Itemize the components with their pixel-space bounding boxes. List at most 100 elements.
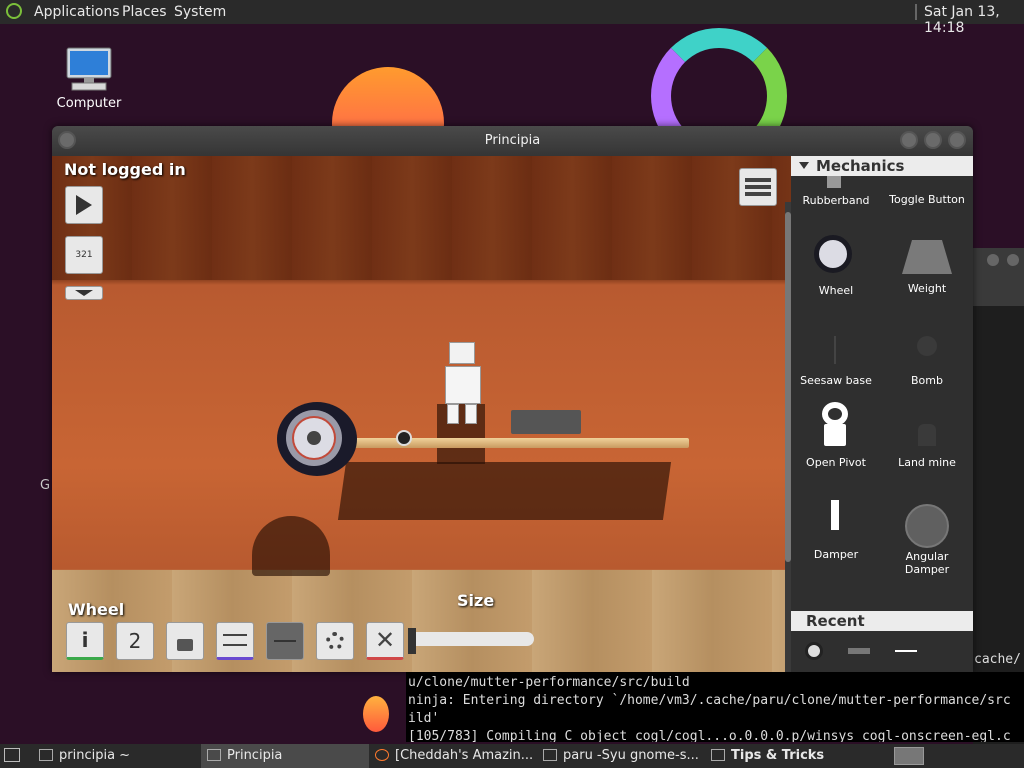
firefox-icon [375, 749, 389, 761]
show-desktop-icon[interactable] [4, 748, 20, 762]
places-menu[interactable]: Places [122, 4, 167, 20]
damper-icon [831, 500, 839, 530]
play-button[interactable] [65, 186, 103, 224]
applications-menu[interactable]: Applications [34, 4, 120, 20]
battery-object[interactable] [511, 410, 581, 434]
land-mine-icon [918, 424, 936, 446]
angular-damper-icon [905, 504, 949, 548]
login-status: Not logged in [64, 160, 186, 179]
palette-item-label: Open Pivot [806, 456, 866, 469]
taskbar-item[interactable]: paru -Syu gnome-s... [537, 744, 705, 768]
close-icon[interactable] [948, 131, 966, 149]
palette-item-damper[interactable]: Damper [791, 490, 881, 561]
axis-icon [274, 640, 296, 642]
background-floor [52, 570, 792, 672]
taskbar-item-label: paru -Syu gnome-s... [563, 748, 699, 763]
partial-desktop-text: G [40, 478, 51, 493]
palette-item-label: Seesaw base [800, 374, 872, 387]
size-label: Size [457, 591, 495, 610]
window-title: Principia [484, 133, 541, 148]
distro-logo-icon[interactable] [6, 3, 22, 19]
object-palette: Mechanics Rubberband Toggle Button Wheel… [791, 156, 973, 672]
size-slider-handle[interactable] [408, 628, 416, 654]
robot-body [445, 366, 481, 404]
connection-icon [223, 634, 247, 646]
wheel-object[interactable] [276, 400, 358, 478]
desktop-icon-label: Computer [56, 96, 122, 111]
taskbar-item[interactable]: [Cheddah's Amazin... [369, 744, 537, 768]
recent-title: Recent [806, 612, 865, 630]
palette-item-land-mine[interactable]: Land mine [882, 398, 972, 470]
terminal-output: u/clone/mutter-performance/src/build ninj… [406, 672, 1024, 742]
palette-item-angular-damper[interactable]: Angular Damper [882, 490, 972, 576]
taskbar-item[interactable]: principia ~ [33, 744, 201, 768]
palette-item-seesaw-base[interactable]: Seesaw base [791, 326, 881, 388]
category-title: Mechanics [816, 157, 905, 175]
principia-window[interactable]: Principia Not logged in 321 Wheel Size i… [52, 126, 973, 672]
robot-object[interactable] [445, 342, 481, 424]
desktop-icon-computer[interactable]: Computer [52, 46, 126, 111]
delete-button[interactable]: ✕ [366, 622, 404, 660]
palette-item-weight[interactable]: Weight [882, 232, 972, 298]
wheel-icon [814, 235, 852, 273]
taskbar-item[interactable]: Tips & Tricks [705, 744, 873, 768]
top-panel: Applications Places System Sat Jan 13, 1… [0, 0, 1024, 36]
recent-battery-icon[interactable] [848, 648, 870, 654]
palette-item-rubberband[interactable]: Rubberband [791, 176, 881, 210]
palette-item-open-pivot[interactable]: Open Pivot [791, 398, 881, 470]
palette-item-bomb[interactable]: Bomb [882, 326, 972, 388]
weight-icon [902, 240, 952, 274]
bomb-icon [917, 336, 937, 356]
pivot-joint-icon[interactable] [396, 430, 412, 446]
recent-header[interactable]: Recent [791, 611, 973, 631]
window-icon [711, 749, 725, 761]
size-slider[interactable] [408, 628, 534, 654]
axis-button[interactable] [266, 622, 304, 660]
window-button-icon[interactable] [987, 254, 999, 266]
gear-icon [326, 632, 344, 650]
category-header[interactable]: Mechanics [791, 156, 973, 176]
game-canvas[interactable]: Not logged in 321 Wheel Size i 2 ✕ [52, 156, 792, 672]
connection-button[interactable] [216, 622, 254, 660]
info-button[interactable]: i [66, 622, 104, 660]
wheel-shadow [252, 516, 330, 576]
terminal-icon [543, 749, 557, 761]
recent-wheel-icon[interactable] [805, 642, 823, 660]
terminal-line: [105/783] Compiling C object cogl/cogl..… [408, 729, 1011, 742]
palette-item-toggle-button[interactable]: Toggle Button [882, 176, 972, 210]
window-menu-icon[interactable] [58, 131, 76, 149]
layer-number-button[interactable]: 2 [116, 622, 154, 660]
settings-button[interactable] [316, 622, 354, 660]
maximize-icon[interactable] [924, 131, 942, 149]
lock-button[interactable] [166, 622, 204, 660]
layer-number: 2 [128, 629, 142, 653]
hamburger-menu-icon [745, 178, 771, 196]
clock[interactable]: Sat Jan 13, 14:18 [924, 4, 1024, 36]
play-icon [76, 195, 92, 215]
workspace-switcher[interactable] [894, 747, 924, 765]
close-x-icon: ✕ [374, 626, 396, 654]
layer-button[interactable]: 321 [65, 236, 103, 274]
main-menu-button[interactable] [739, 168, 777, 206]
taskbar-item-label: [Cheddah's Amazin... [395, 748, 534, 763]
taskbar-item-active[interactable]: Principia [201, 744, 369, 768]
expand-toggle-button[interactable] [65, 286, 103, 300]
bottom-panel: principia ~ Principia [Cheddah's Amazin.… [0, 744, 1024, 768]
system-menu[interactable]: System [174, 4, 226, 20]
terminal-titlebar[interactable] [973, 248, 1024, 306]
palette-item-wheel[interactable]: Wheel [791, 232, 881, 298]
recent-plank-icon[interactable] [895, 650, 917, 652]
terminal-icon [39, 749, 53, 761]
minimize-icon[interactable] [900, 131, 918, 149]
palette-item-label: Land mine [898, 456, 956, 469]
separator [915, 4, 917, 20]
palette-item-label: Angular Damper [904, 550, 950, 576]
window-button-icon[interactable] [1007, 254, 1019, 266]
terminal-window[interactable] [973, 248, 1024, 744]
open-pivot-body [824, 424, 846, 446]
terminal-line: ild' [408, 711, 440, 726]
taskbar-item-label: principia ~ [59, 748, 131, 763]
lock-icon [177, 639, 193, 651]
taskbar-item-label: Principia [227, 748, 283, 763]
window-titlebar[interactable]: Principia [52, 126, 973, 156]
